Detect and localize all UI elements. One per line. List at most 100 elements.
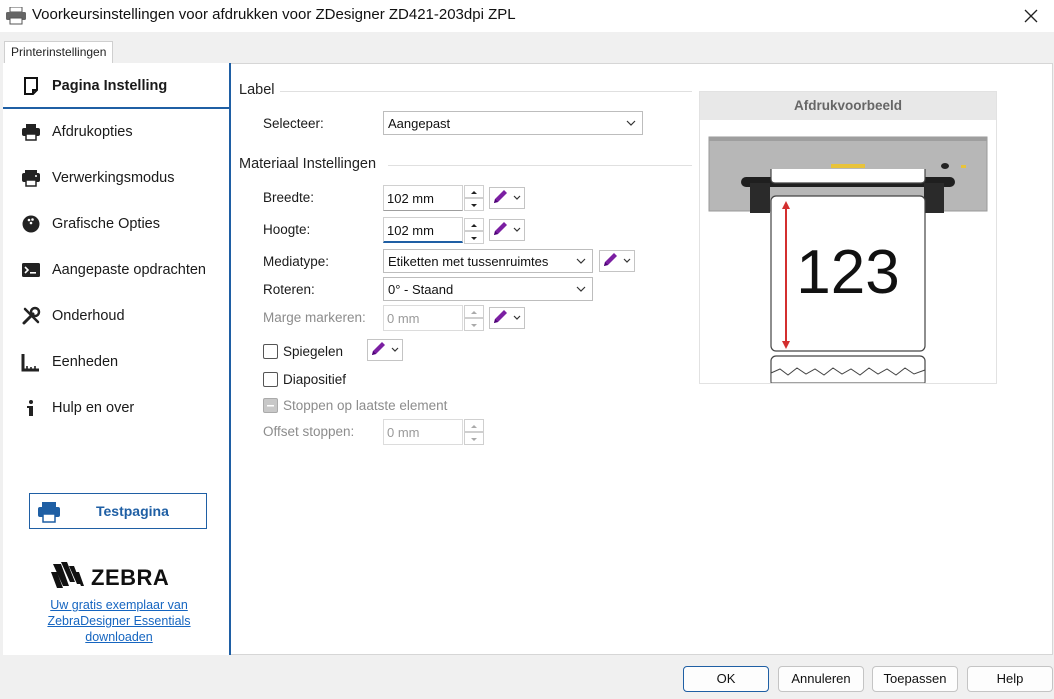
printer-app-icon: [6, 7, 26, 25]
label-select-dropdown[interactable]: Aangepast: [383, 111, 643, 135]
terminal-icon: [22, 263, 40, 277]
mediatype-value: Etiketten met tussenruimtes: [388, 254, 549, 269]
height-decrement-button[interactable]: [464, 231, 484, 244]
sidebar-item-custom-commands[interactable]: Aangepaste opdrachten: [3, 247, 229, 293]
stop-offset-decrement-button[interactable]: [464, 432, 484, 445]
sidebar-item-units[interactable]: Eenheden: [3, 339, 229, 385]
arrow-down-icon: [471, 237, 477, 240]
stop-offset-input[interactable]: 0 mm: [383, 419, 463, 445]
sidebar-item-label: Grafische Opties: [52, 216, 160, 232]
transparency-checkbox[interactable]: [263, 372, 278, 387]
sidebar-item-label: Pagina Instelling: [52, 78, 168, 94]
sidebar-item-label: Afdrukopties: [52, 124, 133, 140]
margin-decrement-button[interactable]: [464, 318, 484, 331]
margin-input[interactable]: 0 mm: [383, 305, 463, 331]
cancel-label: Annuleren: [791, 671, 851, 686]
mediatype-dropdown[interactable]: Etiketten met tussenruimtes: [383, 249, 593, 273]
sidebar-item-maintenance[interactable]: Onderhoud: [3, 293, 229, 339]
ruler-icon: [21, 354, 39, 372]
printer-mode-icon: [22, 170, 40, 187]
preview-title: Afdrukvoorbeeld: [793, 98, 902, 113]
help-button[interactable]: Help: [967, 666, 1053, 692]
arrow-down-icon: [471, 324, 477, 327]
width-input[interactable]: 102 mm: [383, 185, 463, 211]
stop-last-label: Stoppen op laatste element: [283, 398, 448, 413]
sidebar-item-label: Verwerkingsmodus: [52, 170, 175, 186]
sidebar-item-label: Hulp en over: [52, 400, 135, 416]
pen-icon: [494, 222, 521, 235]
width-edit-button[interactable]: [489, 187, 525, 209]
mediatype-label: Mediatype:: [263, 254, 330, 269]
pen-icon: [494, 310, 521, 323]
label-section-divider: [280, 91, 692, 92]
sidebar-item-label: Onderhoud: [52, 308, 125, 324]
print-preview-panel: Afdrukvoorbeeld 123: [699, 91, 997, 384]
width-value: 102 mm: [387, 191, 434, 206]
download-link[interactable]: Uw gratis exemplaar van ZebraDesigner Es…: [33, 597, 205, 645]
select-label: Selecteer:: [263, 116, 324, 131]
pen-icon: [494, 190, 521, 203]
zebra-logo-icon: [51, 562, 84, 588]
height-edit-button[interactable]: [489, 219, 525, 241]
chevron-down-icon: [576, 258, 586, 264]
arrow-up-icon: [471, 191, 477, 194]
label-select-value: Aangepast: [388, 116, 451, 131]
zebra-brand: ZEBRA: [91, 565, 170, 590]
arrow-down-icon: [471, 204, 477, 207]
margin-increment-button[interactable]: [464, 305, 484, 318]
mirror-label: Spiegelen: [283, 344, 344, 359]
test-page-button[interactable]: Testpagina: [29, 493, 207, 529]
info-icon: [27, 400, 33, 416]
cancel-button[interactable]: Annuleren: [778, 666, 864, 692]
height-spinner: [464, 218, 484, 244]
chevron-down-icon: [626, 120, 636, 126]
window-title: Voorkeursinstellingen voor afdrukken voo…: [32, 6, 516, 23]
apply-button[interactable]: Toepassen: [872, 666, 958, 692]
indeterminate-icon: [267, 405, 274, 407]
ok-button[interactable]: OK: [683, 666, 769, 692]
title-bar: Voorkeursinstellingen voor afdrukken voo…: [0, 0, 1054, 32]
page-icon: [24, 77, 38, 95]
stop-offset-increment-button[interactable]: [464, 419, 484, 432]
width-label: Breedte:: [263, 190, 315, 205]
arrow-down-icon: [471, 438, 477, 441]
material-section-divider: [388, 165, 692, 166]
apply-label: Toepassen: [883, 671, 947, 686]
printer-icon: [22, 124, 40, 141]
bowling-ball-icon: [22, 215, 40, 233]
sidebar-item-page-setup[interactable]: Pagina Instelling: [3, 63, 229, 109]
test-print-icon: [38, 502, 60, 523]
preview-sample-text: 123: [796, 238, 899, 307]
mirror-edit-button[interactable]: [367, 339, 403, 361]
width-increment-button[interactable]: [464, 185, 484, 198]
transparency-label: Diapositief: [283, 372, 347, 387]
stop-last-checkbox[interactable]: [263, 398, 278, 413]
close-icon: [1024, 9, 1038, 23]
margin-value: 0 mm: [387, 311, 420, 326]
sidebar-item-processing-mode[interactable]: Verwerkingsmodus: [3, 155, 229, 201]
rotate-label: Roteren:: [263, 282, 315, 297]
height-input[interactable]: 102 mm: [383, 217, 463, 243]
stop-offset-value: 0 mm: [387, 425, 420, 440]
height-increment-button[interactable]: [464, 218, 484, 231]
arrow-up-icon: [471, 311, 477, 314]
width-decrement-button[interactable]: [464, 198, 484, 211]
help-label: Help: [996, 671, 1024, 686]
test-page-label: Testpagina: [96, 503, 169, 519]
ok-label: OK: [716, 671, 736, 686]
rotate-dropdown[interactable]: 0° - Staand: [383, 277, 593, 301]
tab-printer-settings[interactable]: Printerinstellingen: [4, 41, 114, 65]
margin-edit-button[interactable]: [489, 307, 525, 329]
sidebar-item-help[interactable]: Hulp en over: [3, 385, 229, 431]
stop-offset-label: Offset stoppen:: [263, 424, 355, 439]
arrow-up-icon: [471, 224, 477, 227]
close-button[interactable]: [1016, 2, 1046, 30]
width-spinner: [464, 185, 484, 211]
sidebar-item-print-options[interactable]: Afdrukopties: [3, 109, 229, 155]
tab-strip: Printerinstellingen: [0, 32, 1054, 65]
preview-header: Afdrukvoorbeeld: [700, 92, 996, 120]
mirror-checkbox[interactable]: [263, 344, 278, 359]
stop-offset-spinner: [464, 419, 484, 445]
sidebar-item-graphic-options[interactable]: Grafische Opties: [3, 201, 229, 247]
mediatype-edit-button[interactable]: [599, 250, 635, 272]
